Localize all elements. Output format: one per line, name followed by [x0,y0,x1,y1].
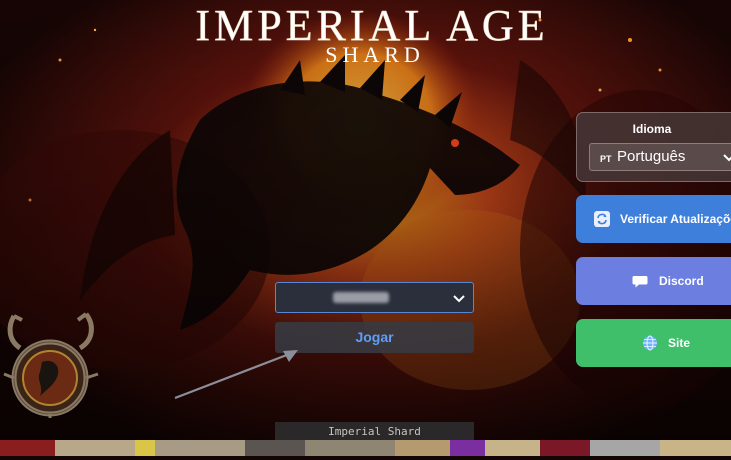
server-select[interactable] [275,282,474,313]
language-panel: Idioma PT Português [576,112,731,182]
chevron-down-icon [723,154,731,162]
refresh-icon [594,211,610,227]
globe-icon [643,335,657,351]
check-updates-button[interactable]: Verificar Atualizaçõe [576,195,731,243]
discord-label: Discord [659,274,704,288]
chevron-down-icon [453,295,465,303]
redacted-server-name [333,292,389,303]
game-logo-emblem [3,312,99,418]
check-updates-label: Verificar Atualizaçõe [620,212,731,226]
annotation-arrow [174,350,298,400]
language-select[interactable]: PT Português [589,143,731,171]
discord-button[interactable]: Discord [576,257,731,305]
site-button[interactable]: Site [576,319,731,367]
bottom-tile-strip [0,440,731,456]
chat-bubble-icon [632,276,648,288]
site-label: Site [668,336,691,350]
language-name: Português [617,148,686,165]
language-code: PT [600,154,612,164]
shard-footer-label: Imperial Shard [275,422,474,441]
title-sub: SHARD [325,42,425,67]
language-title: Idioma [632,122,672,136]
game-title: IMPERIAL AGE SHARD [0,0,731,75]
